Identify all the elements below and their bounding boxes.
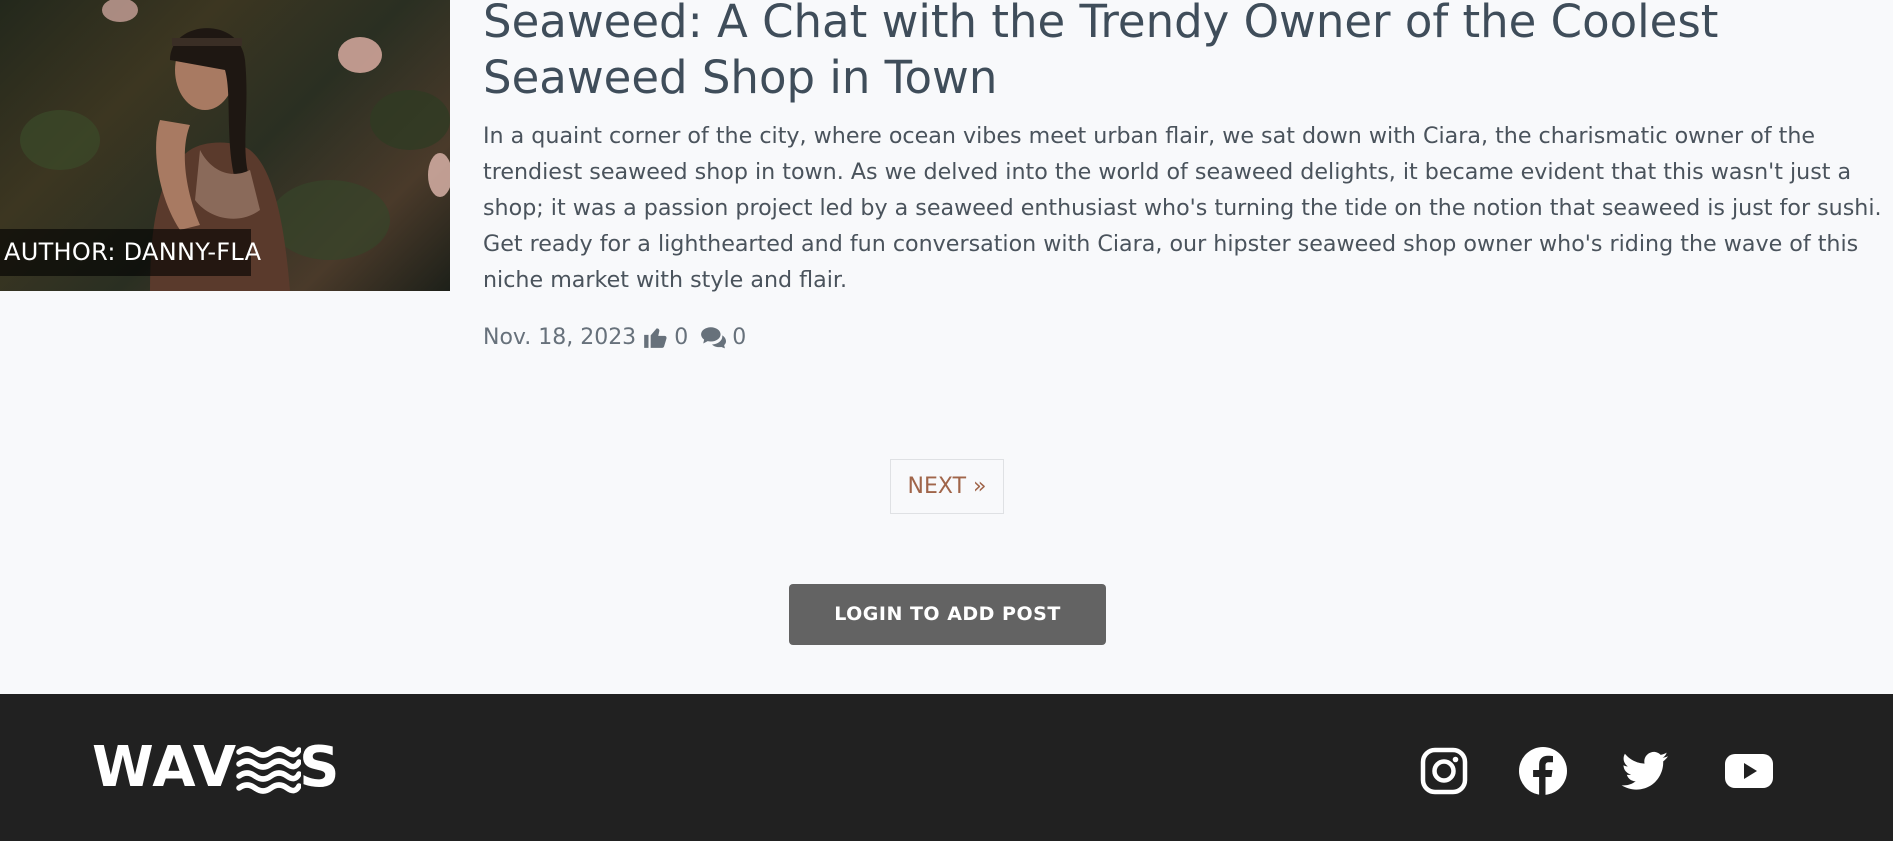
site-logo[interactable]: WAV S (92, 738, 340, 798)
logo-text-start: WAV (92, 735, 238, 800)
instagram-icon[interactable] (1419, 746, 1469, 796)
next-page-button[interactable]: NEXT » (890, 459, 1004, 514)
post-thumbnail[interactable]: AUTHOR: DANNY-FLA (0, 0, 450, 291)
author-label: AUTHOR: DANNY-FLA (0, 229, 261, 276)
post-date: Nov. 18, 2023 (483, 324, 637, 350)
site-footer: WAV S (0, 694, 1893, 841)
logo-text-end: S (299, 735, 341, 800)
facebook-icon[interactable] (1518, 746, 1568, 796)
post-title[interactable]: Seaweed: A Chat with the Trendy Owner of… (483, 0, 1813, 106)
thumbs-up-icon[interactable] (642, 324, 668, 350)
login-to-add-post-button[interactable]: LOGIN TO ADD POST (789, 584, 1106, 645)
comments-icon[interactable] (700, 324, 727, 350)
waves-icon (235, 742, 302, 794)
twitter-icon[interactable] (1620, 746, 1670, 796)
comment-count: 0 (732, 324, 747, 350)
post-excerpt: In a quaint corner of the city, where oc… (483, 123, 1882, 293)
like-count: 0 (674, 324, 689, 350)
youtube-icon[interactable] (1724, 746, 1774, 796)
post-meta: Nov. 18, 2023 0 0 (483, 320, 746, 354)
